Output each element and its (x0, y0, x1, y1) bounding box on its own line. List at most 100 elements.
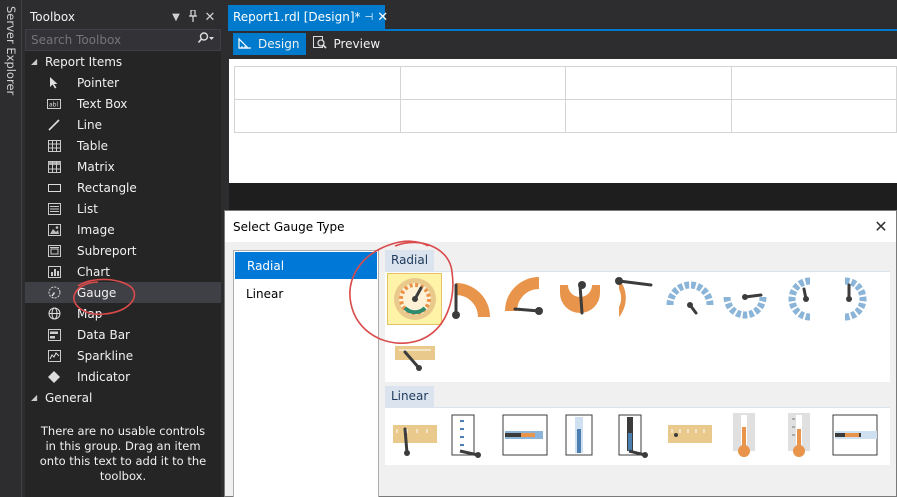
pin-icon[interactable]: ⊣ (365, 12, 374, 23)
close-icon[interactable]: ✕ (866, 217, 896, 236)
gauge-option-radial-5[interactable] (607, 273, 662, 325)
general-empty-text[interactable]: There are no usable controls in this gro… (25, 424, 221, 484)
section-header-radial: Radial (385, 250, 435, 271)
gauge-option-linear-4[interactable] (552, 409, 607, 461)
toolbox-item-label: Indicator (77, 369, 131, 384)
gauge-option-linear-6[interactable] (662, 409, 717, 461)
gauge-option-linear-7[interactable] (717, 409, 772, 461)
toolbox-item-matrix[interactable]: Matrix (25, 156, 221, 177)
linear-gauge-panel (385, 408, 890, 465)
search-input[interactable] (31, 33, 192, 47)
list-icon (47, 202, 61, 216)
table-cell[interactable] (399, 66, 566, 100)
gauge-option-linear-1[interactable] (387, 409, 442, 461)
toolbox-search[interactable] (25, 29, 221, 51)
group-label: General (45, 390, 93, 405)
svg-text:abl: abl (49, 101, 58, 108)
toolbox-item-data-bar[interactable]: Data Bar (25, 324, 221, 345)
gauge-type-label: Radial (247, 258, 285, 273)
toolbox-item-text-box[interactable]: abl Text Box (25, 93, 221, 114)
toolbox-item-table[interactable]: Table (25, 135, 221, 156)
sparkline-icon (47, 349, 61, 363)
toolbox-item-sparkline[interactable]: Sparkline (25, 345, 221, 366)
gauge-option-radial-8[interactable] (772, 273, 827, 325)
toolbox-item-label: Chart (77, 264, 110, 279)
gauge-icon (47, 286, 61, 300)
table-cell[interactable] (730, 99, 897, 133)
toolbox-item-map[interactable]: Map (25, 303, 221, 324)
table-cell[interactable] (565, 66, 732, 100)
preview-icon (313, 36, 328, 52)
databar-icon (47, 328, 61, 342)
gauge-option-radial-9[interactable] (827, 273, 882, 325)
chart-icon (47, 265, 61, 279)
gauge-option-radial-3[interactable] (497, 273, 552, 325)
group-general[interactable]: ◢ General (25, 387, 221, 408)
close-icon[interactable]: ✕ (203, 10, 217, 25)
gauge-option-radial-1[interactable] (387, 273, 442, 325)
document-tab-title: Report1.rdl [Design]* (233, 10, 361, 24)
gauge-gallery: Radial Linear (385, 250, 890, 490)
server-explorer-strip[interactable]: Server Explorer (0, 0, 22, 497)
toolbox-item-pointer[interactable]: Pointer (25, 72, 221, 93)
search-icon[interactable] (192, 32, 220, 48)
toolbox-item-image[interactable]: Image (25, 219, 221, 240)
gauge-type-label: Linear (246, 287, 284, 301)
group-label: Report Items (45, 54, 123, 69)
gauge-option-radial-4[interactable] (552, 273, 607, 325)
toolbox-item-label: Matrix (77, 159, 115, 174)
tab-label: Design (258, 37, 300, 51)
toolbox-item-label: Data Bar (77, 327, 130, 342)
toolbox-item-label: Pointer (77, 75, 120, 90)
gauge-option-radial-7[interactable] (717, 273, 772, 325)
group-report-items[interactable]: ◢ Report Items (25, 51, 221, 72)
design-preview-tabs: Design Preview (228, 31, 897, 57)
textbox-icon: abl (47, 97, 61, 111)
toolbox-item-line[interactable]: Line (25, 114, 221, 135)
toolbox-item-label: Subreport (77, 243, 137, 258)
gauge-type-radial[interactable]: Radial (235, 252, 377, 279)
toolbox-item-label: Gauge (77, 285, 117, 300)
section-header-linear: Linear (385, 386, 435, 407)
gauge-option-radial-2[interactable] (442, 273, 497, 325)
table-cell[interactable] (730, 66, 897, 100)
pin-icon[interactable] (186, 8, 200, 25)
server-explorer-label[interactable]: Server Explorer (4, 6, 18, 95)
rectangle-icon (47, 181, 61, 195)
table-cell[interactable] (565, 99, 732, 133)
tab-design[interactable]: Design (233, 33, 307, 55)
gauge-type-linear[interactable]: Linear (234, 280, 378, 308)
report-design-surface[interactable] (229, 59, 897, 183)
toolbox-item-indicator[interactable]: Indicator (25, 366, 221, 387)
gauge-option-linear-3[interactable] (497, 409, 552, 461)
gauge-option-linear-2[interactable] (442, 409, 497, 461)
gauge-option-linear-8[interactable] (772, 409, 827, 461)
toolbox-item-label: Text Box (77, 96, 128, 111)
gauge-option-radial-6[interactable] (662, 273, 717, 325)
subreport-icon (47, 244, 61, 258)
table-cell[interactable] (399, 99, 566, 133)
toolbox-item-gauge[interactable]: Gauge (25, 282, 221, 303)
table-cell[interactable] (234, 99, 401, 133)
toolbox-item-list[interactable]: List (25, 198, 221, 219)
gauge-option-linear-5[interactable] (607, 409, 662, 461)
toolbox-item-chart[interactable]: Chart (25, 261, 221, 282)
tab-preview[interactable]: Preview (308, 33, 387, 55)
toolbox-item-rectangle[interactable]: Rectangle (25, 177, 221, 198)
dialog-title: Select Gauge Type (233, 219, 345, 234)
table-cell[interactable] (234, 66, 401, 100)
table-icon (47, 139, 61, 153)
gauge-option-radial-10[interactable] (387, 328, 442, 380)
gauge-option-linear-9[interactable] (827, 409, 882, 461)
document-tab-report1[interactable]: Report1.rdl [Design]* ⊣ ✕ (228, 5, 388, 29)
report-table[interactable] (234, 66, 897, 133)
toolbox-panel: Toolbox ▼ ✕ ◢ Report Items Pointer abl T… (25, 5, 221, 497)
toolbox-item-subreport[interactable]: Subreport (25, 240, 221, 261)
indicator-icon (47, 370, 61, 384)
expand-triangle-icon[interactable]: ◢ (31, 57, 45, 66)
close-icon[interactable]: ✕ (377, 10, 388, 25)
dropdown-icon[interactable]: ▼ (169, 12, 183, 23)
design-icon (238, 37, 252, 52)
expand-triangle-icon[interactable]: ◢ (31, 393, 45, 402)
gauge-type-list: Radial Linear (233, 250, 379, 497)
